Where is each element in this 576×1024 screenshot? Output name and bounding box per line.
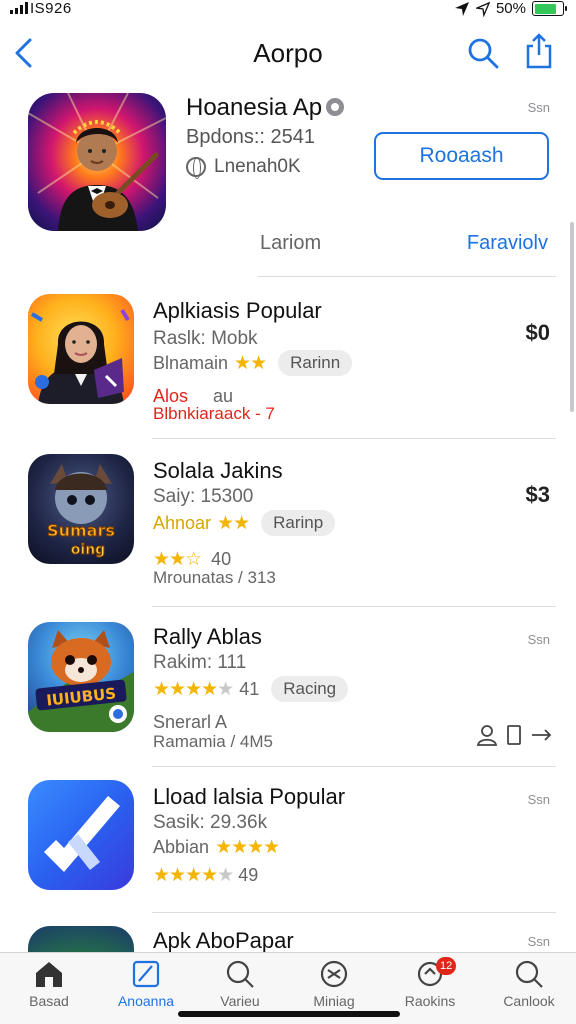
rating-stars: ★★★★★ <box>153 678 234 700</box>
tab-home[interactable]: Basad <box>9 959 89 1009</box>
globe-icon <box>186 157 206 179</box>
tab-apps[interactable]: Anoanna <box>106 959 186 1009</box>
robot-illustration-icon: Sumars oing <box>47 464 115 559</box>
location-icon <box>454 1 469 16</box>
tab-right-link[interactable]: Faraviolv <box>467 232 548 255</box>
app-rating-line: ★★★★★ 49 <box>153 865 259 886</box>
list-item[interactable]: IUIUBUS Rally Ablas Rakim: 111 ★★★★★ 41 … <box>0 618 576 766</box>
home-icon <box>36 962 62 987</box>
svg-text:Sumars: Sumars <box>47 521 115 540</box>
app-subtitle: Saiy: 15300 <box>153 486 254 507</box>
device-icon[interactable] <box>506 724 522 746</box>
rating-stars: ★★ <box>234 352 267 374</box>
rating-stars: ★★★★ <box>215 837 280 858</box>
svg-text:oing: oing <box>71 542 105 558</box>
divider <box>258 276 556 277</box>
app-subtitle: Raslk: Mobk <box>153 328 258 349</box>
app-detail-line: Blbnkiaraack - 7 <box>153 404 275 423</box>
notification-badge: 12 <box>436 957 457 975</box>
share-icon[interactable] <box>524 32 554 70</box>
home-indicator <box>178 1011 400 1017</box>
apps-icon <box>132 960 160 988</box>
featured-app-size: Ssn <box>527 100 550 115</box>
app-subtitle: Sasik: 29.36k <box>153 812 268 833</box>
app-icon[interactable] <box>28 294 134 404</box>
app-detail-line: Ramamia / 4M5 <box>153 732 273 751</box>
battery-icon <box>532 1 567 16</box>
get-button[interactable]: Rooaash <box>374 132 549 180</box>
app-tag-line: Snerarl A <box>153 712 228 732</box>
category-chip[interactable]: Rarinp <box>261 510 336 536</box>
app-name: Apk AboPapar <box>153 928 294 952</box>
tab-ranking[interactable]: Raokins 12 <box>390 957 470 1009</box>
musician-illustration-icon <box>28 93 166 231</box>
featured-app-title: Hoanesia Ap <box>186 94 345 122</box>
app-size: Ssn <box>527 792 550 807</box>
app-icon[interactable]: Sumars oing <box>28 454 134 564</box>
app-size: Ssn <box>527 934 550 949</box>
app-name: Solala Jakins <box>153 458 283 483</box>
app-meta: Abbian ★★★★ <box>153 837 280 858</box>
nav-bar: Aorpo <box>0 30 576 78</box>
app-detail-line: Mrounatas / 313 <box>153 568 276 587</box>
app-meta: Blnamain ★★ Rarinn <box>153 350 353 376</box>
app-icon[interactable] <box>28 780 134 890</box>
app-icon[interactable]: IUIUBUS <box>28 622 134 732</box>
list-item[interactable]: Sumars oing Solala Jakins Saiy: 15300 Ah… <box>0 452 576 606</box>
search-icon <box>515 960 543 988</box>
tab-left-link[interactable]: Lariom <box>260 232 321 255</box>
app-subtitle: Rakim: 111 <box>153 652 247 673</box>
arrow-right-icon[interactable] <box>530 724 552 746</box>
verified-badge-icon <box>326 97 345 116</box>
person-icon[interactable] <box>476 724 498 746</box>
battery-percent: 50% <box>495 0 526 17</box>
tab-lookup[interactable]: Canlook <box>489 959 569 1009</box>
app-meta: Ahnoar ★★ Rarinp <box>153 510 336 536</box>
category-chip[interactable]: Racing <box>271 676 349 702</box>
app-price[interactable]: $3 <box>526 482 550 508</box>
search-icon <box>226 960 254 988</box>
checkmark-logo-icon <box>44 796 120 872</box>
app-name: Aplkiasis Popular <box>153 298 322 323</box>
featured-app-subtitle: Bpdons:: 2541 <box>186 126 315 148</box>
list-item[interactable]: Aplkiasis Popular Raslk: Mobk Blnamain ★… <box>0 292 576 438</box>
app-icon[interactable] <box>28 926 134 952</box>
location-outline-icon <box>475 1 490 17</box>
app-meta: ★★★★★ 41 Racing <box>153 676 349 702</box>
search-icon[interactable] <box>466 36 500 70</box>
tab-search[interactable]: Varieu <box>200 959 280 1009</box>
featured-app: Hoanesia Ap Bpdons:: 2541 Lnenah0K Ssn R… <box>0 90 576 280</box>
app-price[interactable]: $0 <box>526 320 550 346</box>
divider <box>152 912 556 913</box>
app-name: Rally Ablas <box>153 624 262 649</box>
tab-games[interactable]: Miniag <box>294 959 374 1009</box>
featured-app-icon[interactable] <box>28 93 166 231</box>
carrier-label: IS926 <box>30 0 72 17</box>
status-bar: IS926 50% <box>0 0 576 20</box>
rating-stars: ★★ <box>217 512 250 534</box>
woman-illustration-icon <box>30 308 130 404</box>
list-item[interactable]: Lload lalsia Popular Sasik: 29.36k Abbia… <box>0 778 576 912</box>
app-size: Ssn <box>527 632 550 647</box>
divider <box>152 606 556 607</box>
red-panda-illustration-icon: IUIUBUS <box>28 630 134 732</box>
divider <box>152 438 556 439</box>
featured-app-developer: Lnenah0K <box>186 156 301 179</box>
signal-icon <box>10 2 28 14</box>
list-item[interactable]: Apk AboPapar Ssn <box>0 924 576 952</box>
app-name: Lload lalsia Popular <box>153 784 346 809</box>
divider <box>152 766 556 767</box>
row-actions <box>476 724 552 746</box>
category-chip[interactable]: Rarinn <box>278 350 353 376</box>
games-icon <box>320 960 348 988</box>
